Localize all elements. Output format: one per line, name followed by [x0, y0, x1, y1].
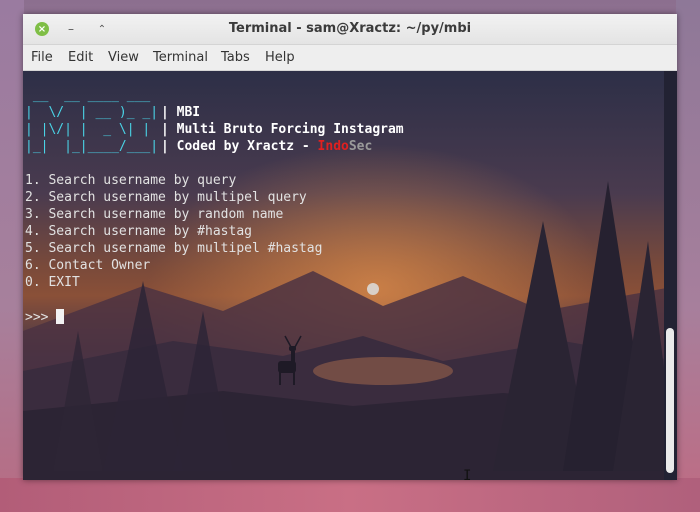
vertical-scrollbar[interactable] — [664, 71, 677, 480]
menu-help[interactable]: Help — [265, 50, 295, 65]
terminal-window: × – ⌃ Terminal - sam@Xractz: ~/py/mbi Fi… — [23, 14, 677, 480]
menu-option-4: 4. Search username by #hastag — [25, 224, 252, 239]
ibeam-cursor-icon: I — [463, 468, 472, 484]
header-credit: | Coded by Xractz - IndoSec — [161, 139, 373, 154]
menu-option-1: 1. Search username by query — [25, 173, 237, 188]
header-subtitle-text: Multi Bruto Forcing Instagram — [176, 122, 404, 137]
banner-line-2: | \/ | __ )_ _| — [25, 105, 159, 120]
scrollbar-thumb[interactable] — [666, 328, 674, 473]
menu-view[interactable]: View — [108, 50, 139, 65]
banner-line-3: | |\/| | _ \| | — [25, 122, 159, 137]
brand-indo: Indo — [317, 139, 349, 154]
sun-icon — [367, 283, 379, 295]
input-prompt[interactable]: >>> — [25, 309, 65, 325]
brand-sec: Sec — [348, 139, 373, 154]
menu-bar: File Edit View Terminal Tabs Help — [23, 45, 677, 71]
text-cursor — [56, 309, 65, 324]
menu-option-3: 3. Search username by random name — [25, 207, 284, 222]
banner-line-1: __ __ ____ ___ — [25, 88, 159, 103]
menu-tabs[interactable]: Tabs — [221, 50, 250, 65]
menu-file[interactable]: File — [31, 50, 53, 65]
prompt-text: >>> — [25, 310, 57, 325]
desktop-right — [676, 0, 700, 512]
header-mbi: | MBI — [161, 105, 201, 120]
menu-option-6: 6. Contact Owner — [25, 258, 151, 273]
header-subtitle: | Multi Bruto Forcing Instagram — [161, 122, 404, 137]
desktop-left — [0, 0, 24, 512]
menu-option-5: 5. Search username by multipel #hastag — [25, 241, 323, 256]
terminal-area[interactable]: __ __ ____ ___ | \/ | __ )_ _| | |\/| | … — [23, 71, 677, 480]
window-title: Terminal - sam@Xractz: ~/py/mbi — [228, 21, 472, 36]
header-credit-text: Coded by Xractz - — [176, 139, 318, 154]
menu-edit[interactable]: Edit — [68, 50, 93, 65]
menu-terminal[interactable]: Terminal — [153, 50, 208, 65]
header-mbi-text: MBI — [176, 105, 201, 120]
menu-option-2: 2. Search username by multipel query — [25, 190, 307, 205]
menu-option-0: 0. EXIT — [25, 275, 80, 290]
banner-line-4: |_| |_|____/___| — [25, 139, 159, 154]
desktop-bottom — [0, 478, 700, 512]
title-bar[interactable]: × – ⌃ Terminal - sam@Xractz: ~/py/mbi — [23, 14, 677, 45]
